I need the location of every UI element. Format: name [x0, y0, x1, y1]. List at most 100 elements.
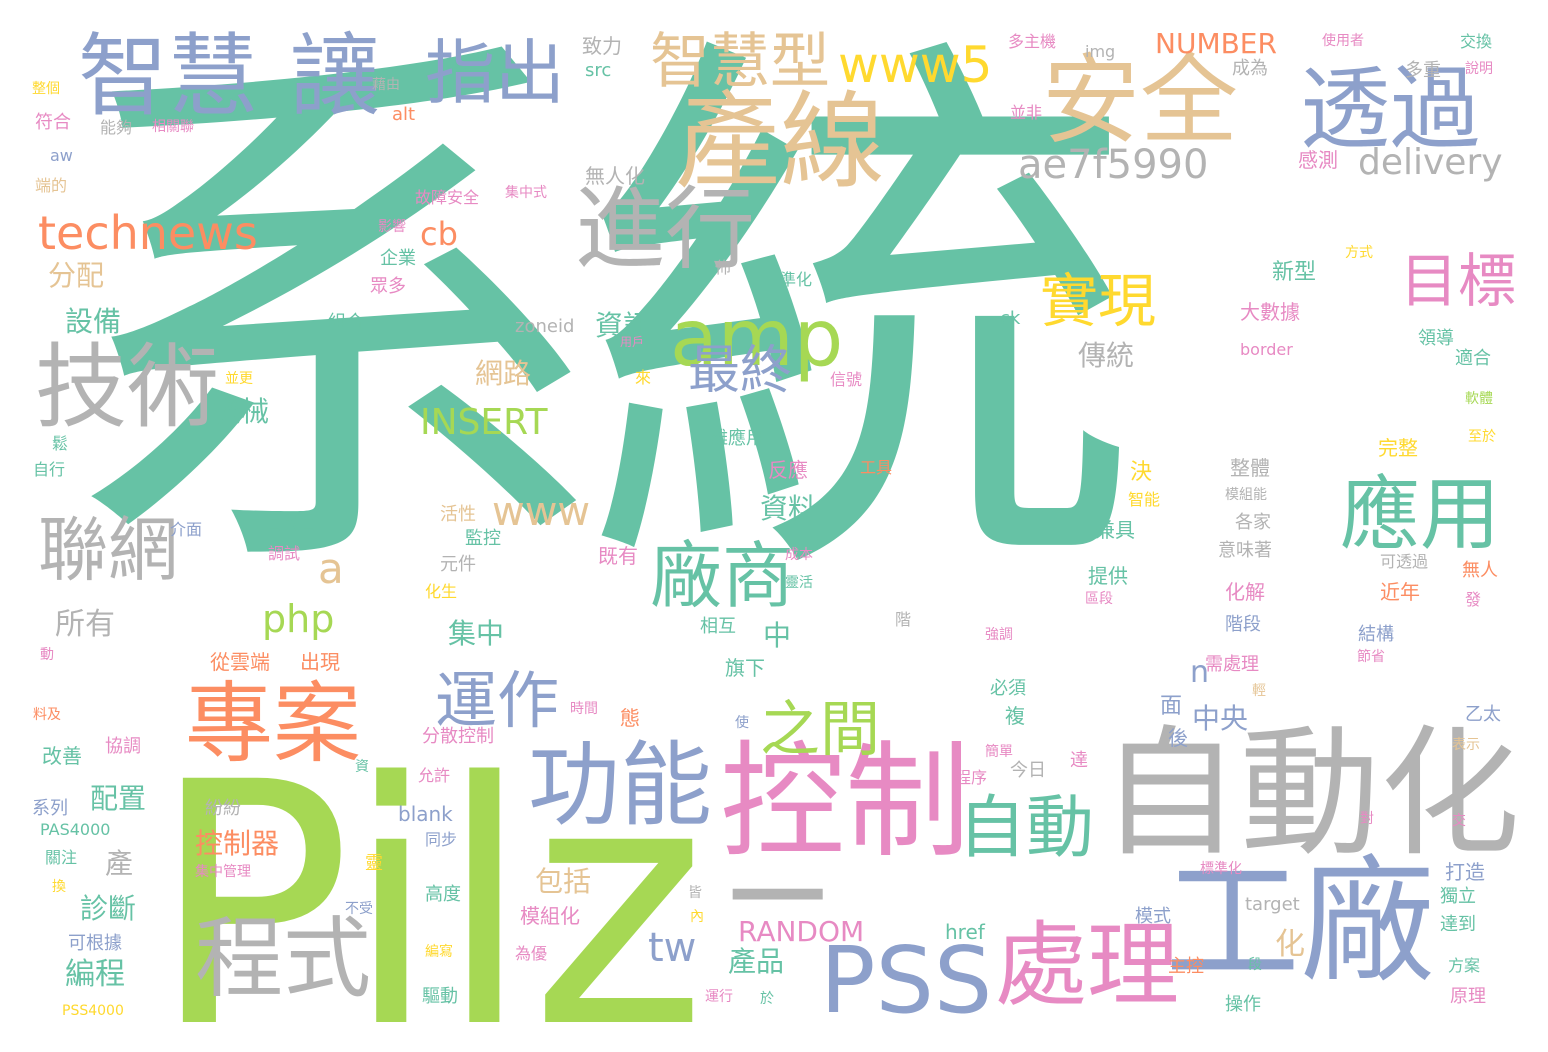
cloud-word: 表示 [1452, 737, 1480, 753]
cloud-word: ae7f5990 [1018, 142, 1209, 188]
cloud-word: 從雲端 [210, 650, 270, 674]
cloud-word: 同步 [425, 830, 458, 849]
cloud-word: 結構 [1358, 624, 1394, 645]
cloud-word: 無人 [1462, 560, 1498, 581]
cloud-word: 傳統 [1078, 339, 1135, 372]
cloud-word: 允許 [418, 766, 451, 785]
cloud-word: 相互 [700, 616, 736, 637]
cloud-word: a [318, 544, 344, 593]
cloud-word: 領導 [1418, 328, 1454, 349]
cloud-word: 自行 [33, 460, 66, 479]
cloud-word: 標準化 [1200, 861, 1242, 877]
cloud-word: 所有 [55, 607, 115, 642]
cloud-word: delivery [1358, 142, 1503, 183]
cloud-word: 診斷 [80, 892, 137, 925]
cloud-word: 關注 [45, 848, 78, 867]
cloud-word: 節省 [1357, 649, 1385, 665]
cloud-word: 監控 [465, 528, 501, 549]
cloud-word: blank [398, 802, 453, 826]
cloud-word: 並非 [1010, 103, 1043, 122]
cloud-word: 紛紛 [205, 798, 241, 819]
cloud-word: border [1240, 340, 1293, 359]
cloud-word: 運作 [435, 664, 560, 737]
cloud-word: 程式 [195, 907, 372, 1010]
cloud-word: 方式 [1345, 245, 1373, 261]
cloud-word: www5 [838, 36, 993, 94]
cloud-word: 至於 [1468, 429, 1496, 445]
cloud-word: 用戶 [620, 335, 645, 349]
cloud-word: www [492, 489, 591, 535]
cloud-word: 軟體 [1465, 391, 1493, 407]
cloud-word: 協調 [105, 736, 141, 757]
cloud-word: 使用者 [1322, 33, 1364, 49]
cloud-word: 產品 [728, 945, 785, 978]
cloud-word: 大數據 [1240, 300, 1300, 324]
cloud-word: 來 [635, 368, 652, 387]
cloud-word: 使 [735, 715, 749, 731]
cloud-word: 技術 [35, 334, 220, 441]
cloud-word: 自動 [958, 789, 1095, 868]
cloud-word: 說明 [1465, 61, 1493, 77]
cloud-word: 化 [1275, 927, 1305, 962]
cloud-word: HERE [245, 508, 316, 538]
cloud-word: aw [50, 146, 73, 165]
cloud-word: 配置 [90, 782, 147, 815]
cloud-word: 區段 [1085, 591, 1113, 607]
cloud-word: 成為 [1232, 58, 1268, 79]
cloud-word: 介面 [170, 520, 203, 539]
cloud-word: 內 [690, 909, 704, 925]
cloud-word: 達到 [1440, 914, 1476, 935]
cloud-word: 料及 [33, 707, 61, 723]
cloud-word: 之間 [760, 695, 880, 765]
cloud-word: 兼具 [1095, 518, 1135, 542]
cloud-word: 化解 [1225, 580, 1265, 604]
cloud-word: 無人化 [585, 164, 645, 188]
cloud-word: 系列 [32, 798, 68, 819]
cloud-word: 程序 [955, 768, 988, 787]
cloud-word: 既有 [598, 544, 638, 568]
cloud-word: cb [420, 215, 458, 253]
cloud-word: 整個 [32, 81, 60, 97]
cloud-word: 分配 [48, 259, 105, 292]
cloud-word: 故障安全 [415, 188, 480, 207]
cloud-word: 提供 [1088, 564, 1128, 588]
cloud-word: 打造 [1445, 860, 1485, 884]
cloud-word: 皆 [688, 885, 702, 901]
cloud-word: 輕 [1252, 683, 1266, 699]
cloud-word: 需處理 [1205, 654, 1259, 675]
cloud-word: 獨立 [1440, 886, 1476, 907]
cloud-word: 主控 [1168, 956, 1204, 977]
cloud-word: 專案 [185, 672, 362, 775]
cloud-word: 活性 [440, 504, 476, 525]
cloud-word: 成本 [785, 547, 813, 563]
cloud-word: 相關聯 [152, 119, 194, 135]
cloud-word: 中央 [1192, 702, 1249, 735]
cloud-word: 完整 [1378, 436, 1418, 460]
cloud-word: alt [392, 104, 416, 125]
cloud-word: 原理 [1450, 986, 1486, 1007]
cloud-word: 態 [620, 706, 640, 730]
cloud-word: 達 [1070, 750, 1088, 771]
cloud-word: 高度 [425, 884, 461, 905]
cloud-word: 致力 [582, 34, 622, 58]
cloud-word: 編寫 [425, 944, 453, 960]
cloud-word: RANDOM [738, 915, 865, 948]
cloud-word: 設備 [65, 305, 122, 338]
cloud-word: 於 [760, 991, 774, 1007]
cloud-word: 可根據 [68, 933, 122, 954]
cloud-word: 強調 [985, 627, 1013, 643]
cloud-word: 今日 [1010, 760, 1046, 781]
cloud-word: 影響 [378, 219, 406, 235]
cloud-word: 信號 [830, 370, 863, 389]
cloud-word: 感測 [1298, 148, 1338, 172]
cloud-word: 集中式 [505, 185, 547, 201]
cloud-word: 控制器 [195, 827, 280, 860]
cloud-word: 產 [105, 847, 134, 880]
cloud-word: 眾多 [370, 276, 406, 297]
cloud-word: 包括 [535, 865, 592, 898]
cloud-word: 決 [1130, 460, 1153, 485]
cloud-word: 多重 [1405, 60, 1441, 81]
cloud-word: 整體 [1230, 456, 1270, 480]
cloud-word: 集中 [448, 617, 505, 650]
cloud-word: 後 [1168, 726, 1188, 750]
